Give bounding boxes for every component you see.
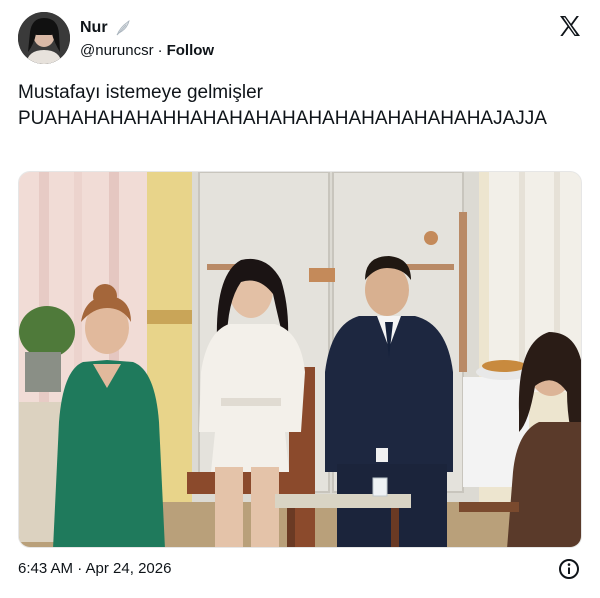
media-photo — [19, 172, 581, 547]
display-name[interactable]: Nur — [80, 19, 108, 37]
handle-row: @nuruncsr · Follow — [80, 42, 214, 59]
avatar[interactable] — [18, 12, 70, 64]
avatar-photo — [18, 12, 70, 64]
name-row: Nur — [80, 18, 214, 38]
author-block: Nur @nuruncsr · Follow — [80, 18, 214, 59]
tweet-text: Mustafayı istemeye gelmişler PUAHAHAHAHA… — [18, 80, 584, 132]
tweet-media[interactable] — [18, 171, 582, 548]
tweet-card: Nur @nuruncsr · Follow Mustafayı istemey… — [0, 0, 600, 598]
feather-icon — [114, 19, 132, 37]
separator: · — [157, 42, 163, 59]
info-icon[interactable] — [558, 558, 580, 580]
follow-button[interactable]: Follow — [167, 42, 215, 59]
tweet-header: Nur @nuruncsr · Follow — [18, 12, 584, 68]
tweet-line-1: Mustafayı istemeye gelmişler — [18, 82, 263, 103]
handle[interactable]: @nuruncsr — [80, 42, 154, 59]
tweet-line-2: PUAHAHAHAHAHHAHAHAHAHAHAHAHAHAHAHAHAJAJJ… — [18, 108, 547, 129]
tweet-footer: 6:43 AM · Apr 24, 2026 — [18, 558, 584, 580]
timestamp[interactable]: 6:43 AM · Apr 24, 2026 — [18, 560, 171, 577]
x-logo-icon[interactable] — [558, 14, 582, 38]
